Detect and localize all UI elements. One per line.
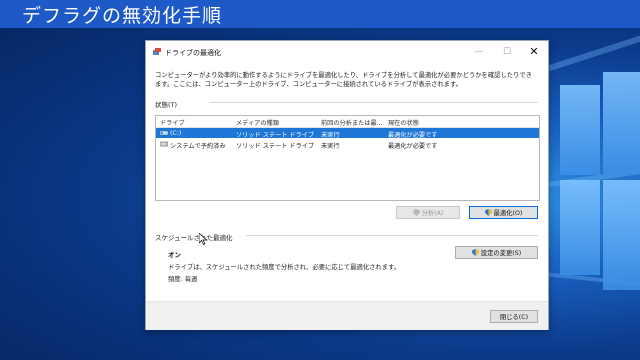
- optimize-button[interactable]: 最適化(O): [469, 206, 538, 219]
- close-button[interactable]: 閉じる(C): [490, 310, 538, 323]
- status-label: 状態(T): [155, 101, 178, 109]
- shield-icon: [484, 209, 492, 216]
- banner-title: デフラグの無効化手順: [22, 5, 223, 27]
- schedule-state: オン: [168, 251, 181, 259]
- defrag-app-icon: [153, 48, 161, 55]
- schedule-frequency: 頻度: 毎週: [168, 276, 198, 283]
- drive-name: (C:): [170, 130, 182, 137]
- status-divider: [210, 102, 538, 103]
- mouse-cursor-icon: [199, 233, 207, 245]
- drive-row-c[interactable]: (C:) ソリッド ステート ドライブ 未実行 最適化が必要です: [156, 128, 539, 139]
- drive-name: システムで予約済み: [170, 143, 226, 150]
- maximize-button[interactable]: ☐: [500, 45, 514, 59]
- schedule-description: ドライブは、スケジュールされた頻度で分析され、必要に応じて最適化されます。: [168, 264, 400, 271]
- column-drive[interactable]: ドライブ: [160, 118, 185, 127]
- drive-row-system-reserved[interactable]: システムで予約済み ソリッド ステート ドライブ 未実行 最適化が必要です: [156, 139, 539, 150]
- shield-icon: [471, 249, 479, 256]
- drive-last-analyzed: 未実行: [321, 132, 340, 139]
- window-titlebar[interactable]: ドライブの最適化 — ☐ ✕: [146, 41, 548, 63]
- schedule-divider: [246, 235, 538, 236]
- drive-c-icon: [160, 130, 168, 136]
- drive-last-analyzed: 未実行: [321, 143, 340, 150]
- drive-status: 最適化が必要です: [388, 143, 438, 150]
- change-settings-button[interactable]: 設定の変更(S): [455, 246, 538, 259]
- change-settings-label: 設定の変更(S): [480, 250, 522, 257]
- column-media-type[interactable]: メディアの種類: [236, 118, 279, 127]
- minimize-button[interactable]: —: [472, 45, 486, 59]
- drive-list-header: ドライブ メディアの種類 前回の分析または最... 現在の状態: [156, 116, 539, 128]
- window-footer: 閉じる(C): [146, 301, 548, 330]
- window-description: コンピューターがより効率的に動作するようにドライブを最適化したり、ドライブを分析…: [155, 72, 532, 88]
- drive-media-type: ソリッド ステート ドライブ: [236, 143, 315, 150]
- drive-list[interactable]: ドライブ メディアの種類 前回の分析または最... 現在の状態 (C:) ソリッ…: [155, 115, 540, 201]
- drive-media-type: ソリッド ステート ドライブ: [236, 132, 315, 139]
- title-banner: デフラグの無効化手順: [0, 0, 640, 28]
- drive-status: 最適化が必要です: [388, 132, 438, 139]
- column-last-analyzed[interactable]: 前回の分析または最...: [321, 118, 383, 127]
- column-current-status[interactable]: 現在の状態: [388, 118, 419, 127]
- shield-icon: [412, 209, 420, 216]
- analyze-button[interactable]: 分析(A): [396, 206, 460, 219]
- scheduled-optimization-label: スケジュールされた最適化: [155, 234, 233, 242]
- close-window-button[interactable]: ✕: [527, 45, 541, 59]
- analyze-button-label: 分析(A): [421, 210, 444, 217]
- drive-icon: [160, 141, 168, 147]
- window-title: ドライブの最適化: [165, 49, 221, 57]
- optimize-button-label: 最適化(O): [493, 210, 523, 217]
- optimize-drives-window: ドライブの最適化 — ☐ ✕ コンピューターがより効率的に動作するようにドライブ…: [145, 40, 549, 330]
